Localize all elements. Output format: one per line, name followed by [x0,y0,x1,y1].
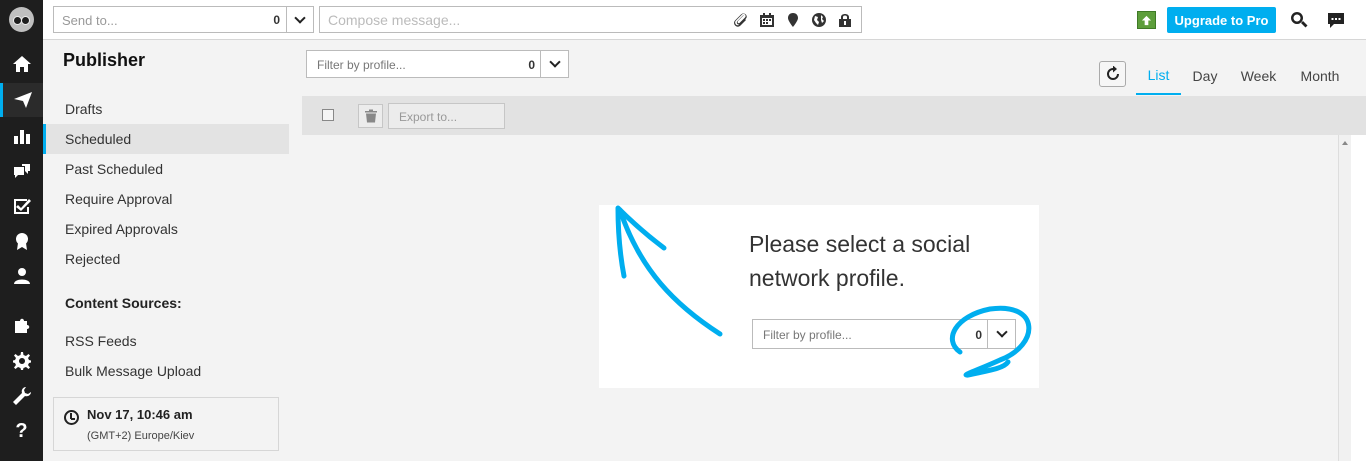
card-filter-count: 0 [975,328,982,342]
export-to-select[interactable]: Export to... [388,103,505,129]
publisher-send-icon[interactable] [0,83,43,117]
location-pin-icon[interactable] [784,11,801,28]
sidebar-item-require-approval[interactable]: Require Approval [43,184,289,214]
chevron-down-icon[interactable] [987,320,1015,348]
contacts-user-icon[interactable] [0,259,43,293]
sidebar-item-expired-approvals[interactable]: Expired Approvals [43,214,289,244]
upgrade-arrow-icon[interactable] [1137,11,1156,29]
scroll-up-arrow-icon[interactable] [1342,141,1348,145]
timezone-label: (GMT+2) Europe/Kiev [87,430,195,442]
publisher-sidebar: Publisher Drafts Scheduled Past Schedule… [43,41,289,461]
timezone-clock[interactable]: Nov 17, 10:46 am (GMT+2) Europe/Kiev [53,397,279,451]
tab-list[interactable]: List [1136,57,1181,95]
filter-by-profile-select[interactable]: Filter by profile... 0 [306,50,569,78]
tools-wrench-icon[interactable] [0,379,43,413]
delete-button[interactable] [358,104,383,128]
tab-day[interactable]: Day [1185,57,1225,95]
tab-month[interactable]: Month [1292,57,1348,95]
filter-placeholder: Filter by profile... [317,58,406,72]
nav-rail: ? [0,0,43,461]
card-filter-placeholder: Filter by profile... [763,328,852,342]
compose-tools [732,11,853,28]
select-all-checkbox[interactable] [322,109,334,121]
empty-state-card: Please select a social network profile. … [599,205,1039,388]
chevron-down-icon[interactable] [286,7,313,32]
send-to-field[interactable]: Send to... 0 [53,6,314,33]
privacy-lock-icon[interactable] [836,11,853,28]
current-datetime: Nov 17, 10:46 am [87,407,193,422]
top-bar: Send to... 0 Compose message... Upgrade [43,0,1366,40]
chat-messages-icon[interactable] [1326,10,1346,30]
home-icon[interactable] [0,47,43,81]
right-gutter [1351,135,1366,461]
empty-state-message: Please select a social network profile. [749,231,971,291]
analytics-icon[interactable] [0,119,43,153]
schedule-calendar-icon[interactable] [758,11,775,28]
owl-logo-icon[interactable] [9,7,34,32]
sidebar-item-scheduled[interactable]: Scheduled [43,124,289,154]
filter-count: 0 [528,58,535,72]
send-to-placeholder: Send to... [62,13,118,28]
chevron-down-icon[interactable] [540,51,568,77]
tasks-checkbox-icon[interactable] [0,189,43,223]
award-icon[interactable] [0,224,43,258]
stream-scrollbar[interactable] [1338,135,1351,461]
page-title: Publisher [63,50,146,70]
clock-icon [64,410,79,425]
compose-message-input[interactable]: Compose message... [319,6,862,33]
help-question-icon[interactable]: ? [0,414,43,448]
sidebar-item-rss-feeds[interactable]: RSS Feeds [43,326,289,356]
sidebar-item-bulk-message-upload[interactable]: Bulk Message Upload [43,356,289,386]
tab-week[interactable]: Week [1231,57,1286,95]
search-icon[interactable] [1289,10,1309,30]
upgrade-to-pro-button[interactable]: Upgrade to Pro [1167,7,1276,33]
sidebar-item-past-scheduled[interactable]: Past Scheduled [43,154,289,184]
content-sources-heading: Content Sources: [65,295,182,311]
sidebar-item-rejected[interactable]: Rejected [43,244,289,274]
sidebar-item-drafts[interactable]: Drafts [43,94,289,124]
message-toolbar: Export to... [302,96,1366,135]
compose-placeholder: Compose message... [328,12,461,28]
send-to-count: 0 [273,13,280,27]
trash-icon [364,109,377,123]
refresh-icon [1106,66,1119,80]
settings-gear-icon[interactable] [0,344,43,378]
attachment-paperclip-icon[interactable] [732,11,749,28]
assignments-icon[interactable] [0,154,43,188]
apps-puzzle-icon[interactable] [0,308,43,342]
refresh-button[interactable] [1099,61,1126,87]
card-filter-by-profile-select[interactable]: Filter by profile... 0 [752,319,1016,349]
targeting-globe-icon[interactable] [810,11,827,28]
